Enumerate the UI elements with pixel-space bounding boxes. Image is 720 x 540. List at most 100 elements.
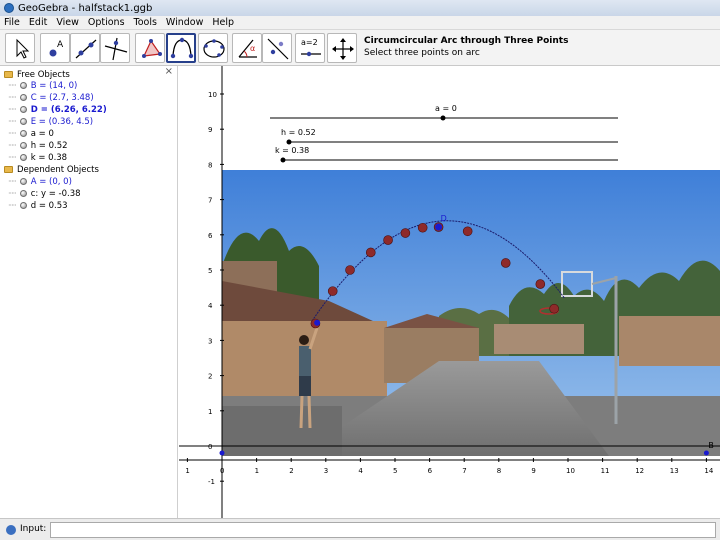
list-item[interactable]: ····· h = 0.52 — [8, 140, 68, 151]
angle-tool-button[interactable]: α — [232, 33, 262, 63]
input-label: Input: — [20, 524, 47, 534]
basketball — [549, 303, 559, 314]
slider-tool-label: a=2 — [301, 38, 318, 47]
menu-edit[interactable]: Edit — [29, 17, 47, 28]
x-tick-label: 2 — [289, 467, 293, 475]
visibility-toggle-icon[interactable] — [19, 142, 27, 149]
list-item[interactable]: ····· a = 0 — [8, 128, 54, 139]
tree-connector: ····· — [8, 201, 17, 210]
arrow-pointer-icon — [16, 38, 30, 59]
object-definition: E = (0.36, 4.5) — [30, 116, 94, 127]
menu-options[interactable]: Options — [88, 17, 125, 28]
input-field[interactable] — [50, 522, 716, 538]
menu-help[interactable]: Help — [212, 17, 234, 28]
circumcircular-arc-tool-button[interactable] — [166, 33, 196, 63]
move-view-tool-button[interactable] — [327, 33, 357, 63]
tree-connector: ····· — [8, 93, 17, 102]
menu-window[interactable]: Window — [166, 17, 203, 28]
basketball — [365, 247, 376, 258]
visibility-toggle-icon[interactable] — [19, 178, 27, 185]
list-item[interactable]: ····· A = (0, 0) — [8, 176, 72, 187]
y-tick-label: 9 — [208, 126, 212, 134]
list-item[interactable]: ····· D = (6.26, 6.22) — [8, 104, 107, 115]
list-item[interactable]: ····· B = (14, 0) — [8, 80, 77, 91]
window-title: GeoGebra - halfstack1.ggb — [18, 2, 153, 14]
close-icon[interactable]: × — [165, 66, 173, 77]
free-objects-folder[interactable]: Free Objects — [4, 69, 70, 80]
tree-connector: ····· — [8, 117, 17, 126]
visibility-toggle-icon[interactable] — [19, 154, 27, 161]
basketball — [383, 235, 393, 245]
y-tick-label: 2 — [208, 373, 212, 381]
x-tick-label: 7 — [462, 467, 466, 475]
list-item[interactable]: ····· k = 0.38 — [8, 152, 67, 163]
menu-file[interactable]: File — [4, 17, 20, 28]
graphics-view[interactable]: 1 0 1 2 3 4 5 6 7 8 9 10 11 12 13 14 10 9 8 7 6 5 4 3 2 1 0 -1 a = 0… — [179, 66, 720, 518]
list-item[interactable]: ····· d = 0.53 — [8, 200, 68, 211]
folder-icon — [4, 166, 13, 173]
tool-help-description: Select three points on arc — [364, 48, 480, 58]
input-help-icon[interactable] — [6, 525, 16, 535]
basketball — [462, 226, 473, 237]
x-tick-label: 1 — [255, 467, 259, 475]
basketball — [535, 279, 546, 289]
x-tick-label: 8 — [497, 467, 501, 475]
reflect-tool-button[interactable] — [262, 33, 292, 63]
visibility-toggle-icon[interactable] — [19, 118, 27, 125]
geogebra-app-icon — [4, 3, 14, 13]
conic-tool-button[interactable] — [198, 33, 228, 63]
slider-knob — [440, 115, 446, 121]
list-item[interactable]: ····· c: y = -0.38 — [8, 188, 81, 199]
dependent-objects-folder[interactable]: Dependent Objects — [4, 164, 99, 175]
title-bar: GeoGebra - halfstack1.ggb — [0, 0, 720, 16]
line-tool-button[interactable] — [70, 33, 100, 63]
list-item[interactable]: ····· C = (2.7, 3.48) — [8, 92, 94, 103]
visibility-toggle-icon[interactable] — [19, 202, 27, 209]
y-tick-label: 0 — [208, 443, 212, 451]
tree-connector: ····· — [8, 129, 17, 138]
menu-tools[interactable]: Tools — [134, 17, 157, 28]
point-tool-button[interactable]: A — [40, 33, 70, 63]
visibility-toggle-icon[interactable] — [19, 106, 27, 113]
x-tick-label: 12 — [635, 467, 644, 475]
point-d-label: D — [441, 214, 447, 223]
y-tick-label: 1 — [208, 408, 212, 416]
point-d — [435, 223, 443, 231]
tree-connector: ····· — [8, 141, 17, 150]
x-tick-label: 1 — [185, 467, 189, 475]
x-tick-label: 4 — [358, 467, 363, 475]
menu-bar: File Edit View Options Tools Window Help — [0, 16, 720, 30]
y-tick-label: -1 — [208, 478, 215, 486]
svg-text:A: A — [57, 40, 64, 50]
object-definition: d = 0.53 — [30, 200, 68, 211]
list-item[interactable]: ····· E = (0.36, 4.5) — [8, 116, 93, 127]
triangle-polygon-icon — [142, 39, 162, 58]
point-a — [219, 450, 225, 456]
object-definition: A = (0, 0) — [30, 176, 72, 187]
x-tick-label: 0 — [220, 467, 224, 475]
line-two-points-icon — [75, 39, 97, 59]
object-definition-selected: D = (6.26, 6.22) — [30, 104, 107, 115]
visibility-toggle-icon[interactable] — [19, 82, 27, 89]
basketball — [400, 228, 411, 238]
visibility-toggle-icon[interactable] — [19, 130, 27, 137]
basketball — [345, 265, 355, 275]
point-a-icon: A — [49, 40, 64, 57]
perpendicular-tool-button[interactable] — [100, 33, 130, 63]
arc-three-points-icon — [170, 37, 194, 59]
object-definition: c: y = -0.38 — [30, 188, 81, 199]
visibility-toggle-icon[interactable] — [19, 190, 27, 197]
polygon-tool-button[interactable] — [135, 33, 165, 63]
object-definition: a = 0 — [30, 128, 54, 139]
geogebra-window: GeoGebra - halfstack1.ggb File Edit View… — [0, 0, 720, 540]
visibility-toggle-icon[interactable] — [19, 94, 27, 101]
menu-view[interactable]: View — [56, 17, 79, 28]
angle-alpha-icon: α — [238, 39, 257, 58]
y-tick-label: 4 — [208, 302, 213, 310]
move-tool-button[interactable] — [5, 33, 35, 63]
basketball — [327, 286, 338, 296]
x-tick-label: 13 — [670, 467, 679, 475]
ellipse-five-points-icon — [203, 39, 225, 58]
slider-tool-button[interactable]: a=2 — [295, 33, 325, 63]
tree-connector: ····· — [8, 177, 17, 186]
